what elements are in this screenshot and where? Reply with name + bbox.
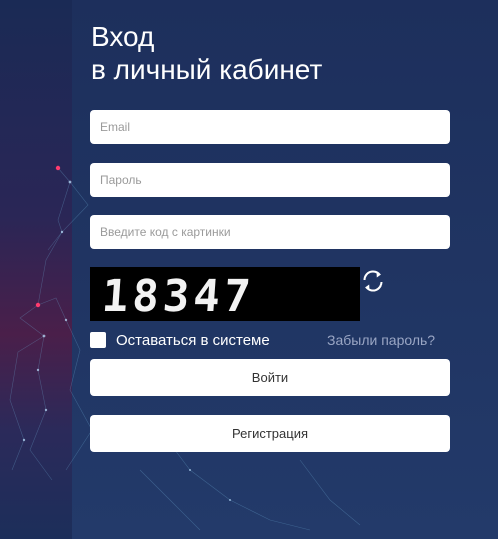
forgot-password-link[interactable]: Забыли пароль? bbox=[327, 332, 435, 348]
captcha-image: 18347 bbox=[90, 267, 360, 322]
captcha-code: 18347 bbox=[100, 271, 256, 321]
page-title-line1: Вход bbox=[91, 21, 155, 52]
email-input[interactable] bbox=[90, 110, 450, 144]
refresh-icon[interactable] bbox=[360, 268, 386, 294]
page-title-line2: в личный кабинет bbox=[91, 54, 323, 85]
password-input[interactable] bbox=[90, 163, 450, 197]
remember-me-label: Оставаться в системе bbox=[116, 331, 270, 349]
remember-me-row: Оставаться в системе bbox=[90, 331, 270, 349]
login-button[interactable]: Войти bbox=[90, 359, 450, 396]
captcha-input[interactable] bbox=[90, 215, 450, 249]
page-title: Вход в личный кабинет bbox=[91, 20, 322, 86]
register-button[interactable]: Регистрация bbox=[90, 415, 450, 452]
remember-me-checkbox[interactable] bbox=[90, 332, 106, 348]
